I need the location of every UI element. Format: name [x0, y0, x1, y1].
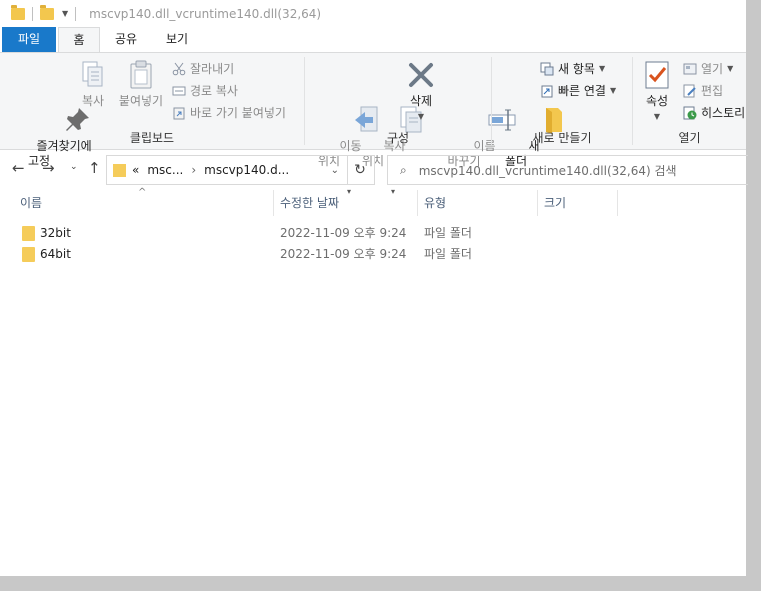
- ribbon-tabs: 파일 홈 공유 보기: [0, 27, 746, 54]
- pin-icon: [23, 89, 90, 131]
- column-separator[interactable]: [417, 190, 418, 216]
- delete-dropdown-icon: ▼: [417, 112, 425, 121]
- search-icon: ⌕: [400, 162, 407, 177]
- breadcrumb-item-current[interactable]: mscvp140.d...: [204, 163, 289, 177]
- ribbon: 즐겨찾기에 고정 복사 붙여넣기 잘라내기 경로 복사 바로 가기 붙여넣기 클…: [0, 52, 746, 196]
- clipboard-group: 즐겨찾기에 고정 복사 붙여넣기 잘라내기 경로 복사 바로 가기 붙여넣기 클…: [0, 53, 304, 168]
- paste-shortcut-icon: [172, 106, 186, 120]
- properties-button[interactable]: 속성 ▼: [641, 59, 673, 124]
- tab-file[interactable]: 파일: [2, 27, 56, 52]
- column-separator[interactable]: [617, 190, 618, 216]
- address-bar[interactable]: « msc... › mscvp140.d... ⌄: [106, 155, 348, 185]
- recent-locations-chevron-icon[interactable]: ⌄: [70, 162, 78, 172]
- new-group: 새 폴더 새 항목 ▼ 빠른 연결 ▼ 새로 만들기: [492, 53, 632, 168]
- open-group-title: 열기: [678, 131, 701, 145]
- navigation-bar: ← → ⌄ ↑ « msc... › mscvp140.d... ⌄ ↻ ⌕ m…: [0, 150, 748, 190]
- column-header-size[interactable]: 크기: [544, 190, 566, 216]
- copy-path-button[interactable]: 경로 복사: [172, 82, 238, 99]
- tab-share[interactable]: 공유: [108, 27, 144, 52]
- history-icon: [683, 106, 697, 120]
- explorer-window: ▼ mscvp140.dll_vcruntime140.dll(32,64) 파…: [0, 0, 748, 576]
- qat-separator: [32, 6, 33, 21]
- qat-separator: [75, 6, 77, 21]
- clipboard-group-title: 클립보드: [129, 131, 175, 145]
- new-group-title: 새로 만들기: [532, 131, 592, 145]
- edit-button[interactable]: 편집: [683, 82, 723, 99]
- copy-icon: [77, 59, 109, 91]
- quick-access-toolbar: ▼: [11, 4, 83, 21]
- delete-button[interactable]: 삭제 ▼: [403, 59, 439, 124]
- paste-icon: [125, 59, 157, 91]
- breadcrumb-separator[interactable]: ›: [191, 163, 196, 177]
- new-folder-qat-icon[interactable]: [40, 4, 54, 20]
- search-placeholder: mscvp140.dll_vcruntime140.dll(32,64) 검색: [418, 163, 677, 178]
- table-row[interactable]: 64bit 2022-11-09 오후 9:24 파일 폴더: [20, 244, 620, 264]
- folder-icon: [22, 247, 35, 262]
- title-bar: ▼ mscvp140.dll_vcruntime140.dll(32,64): [0, 0, 746, 27]
- tab-home[interactable]: 홈: [58, 27, 100, 54]
- window-title: mscvp140.dll_vcruntime140.dll(32,64): [89, 6, 322, 21]
- copy-button[interactable]: 복사: [76, 59, 110, 109]
- tab-view[interactable]: 보기: [158, 27, 196, 52]
- easy-access-button[interactable]: 빠른 연결 ▼: [540, 82, 616, 99]
- properties-dropdown-icon: ▼: [653, 112, 661, 121]
- organize-group: 이동 위치 ▾ 복사 위치 ▾ 삭제 ▼ 이름 바꾸기 구성: [305, 53, 516, 196]
- properties-check-icon: [641, 59, 673, 91]
- paste-shortcut-button[interactable]: 바로 가기 붙여넣기: [172, 104, 286, 121]
- refresh-button[interactable]: ↻: [346, 155, 375, 185]
- open-group: 속성 ▼ 열기 ▼ 편집 히스토리 열기: [633, 53, 746, 149]
- open-icon: [683, 62, 697, 76]
- open-button[interactable]: 열기 ▼: [683, 60, 733, 77]
- refresh-icon: ↻: [354, 162, 366, 178]
- edit-icon: [683, 84, 697, 98]
- new-item-button[interactable]: 새 항목 ▼: [540, 60, 605, 77]
- folder-icon[interactable]: [11, 4, 25, 20]
- new-item-icon: [540, 62, 554, 76]
- file-type: 파일 폴더: [424, 247, 472, 261]
- qat-dropdown-icon[interactable]: ▼: [62, 9, 68, 18]
- folder-icon: [22, 226, 35, 241]
- easy-access-icon: [540, 84, 554, 98]
- column-header-modified[interactable]: 수정한 날짜: [280, 190, 339, 216]
- open-dropdown-icon: ▼: [727, 64, 734, 73]
- easy-access-dropdown-icon: ▼: [609, 86, 617, 95]
- up-arrow-icon[interactable]: ↑: [88, 159, 101, 177]
- new-folder-icon: [500, 89, 563, 134]
- back-arrow-icon[interactable]: ←: [12, 159, 25, 177]
- delete-x-icon: [405, 59, 437, 91]
- history-button[interactable]: 히스토리: [683, 104, 745, 121]
- rename-icon: [448, 89, 516, 131]
- copy-to-icon: [357, 89, 422, 133]
- sort-ascending-icon: ^: [138, 187, 147, 198]
- copy-path-icon: [172, 84, 186, 98]
- file-name: 32bit: [40, 226, 71, 240]
- column-header-name[interactable]: 이름: [20, 190, 42, 216]
- organize-group-title: 구성: [386, 131, 410, 145]
- file-name: 64bit: [40, 247, 71, 261]
- address-folder-icon: [113, 163, 126, 177]
- file-modified: 2022-11-09 오후 9:24: [280, 226, 407, 240]
- address-dropdown-chevron-icon[interactable]: ⌄: [331, 165, 339, 176]
- table-row[interactable]: 32bit 2022-11-09 오후 9:24 파일 폴더: [20, 223, 620, 243]
- column-separator[interactable]: [273, 190, 274, 216]
- file-modified: 2022-11-09 오후 9:24: [280, 247, 407, 261]
- file-type: 파일 폴더: [424, 226, 472, 240]
- breadcrumb-item[interactable]: msc...: [147, 163, 183, 177]
- scissors-icon: [172, 62, 186, 76]
- new-item-dropdown-icon: ▼: [598, 64, 606, 73]
- breadcrumb-overflow[interactable]: «: [132, 163, 139, 177]
- column-header-type[interactable]: 유형: [424, 190, 446, 216]
- paste-button[interactable]: 붙여넣기: [114, 59, 168, 109]
- search-input[interactable]: ⌕ mscvp140.dll_vcruntime140.dll(32,64) 검…: [387, 155, 748, 185]
- forward-arrow-icon[interactable]: →: [42, 159, 55, 177]
- cut-button[interactable]: 잘라내기: [172, 60, 234, 77]
- move-to-icon: [313, 89, 378, 132]
- column-separator[interactable]: [537, 190, 538, 216]
